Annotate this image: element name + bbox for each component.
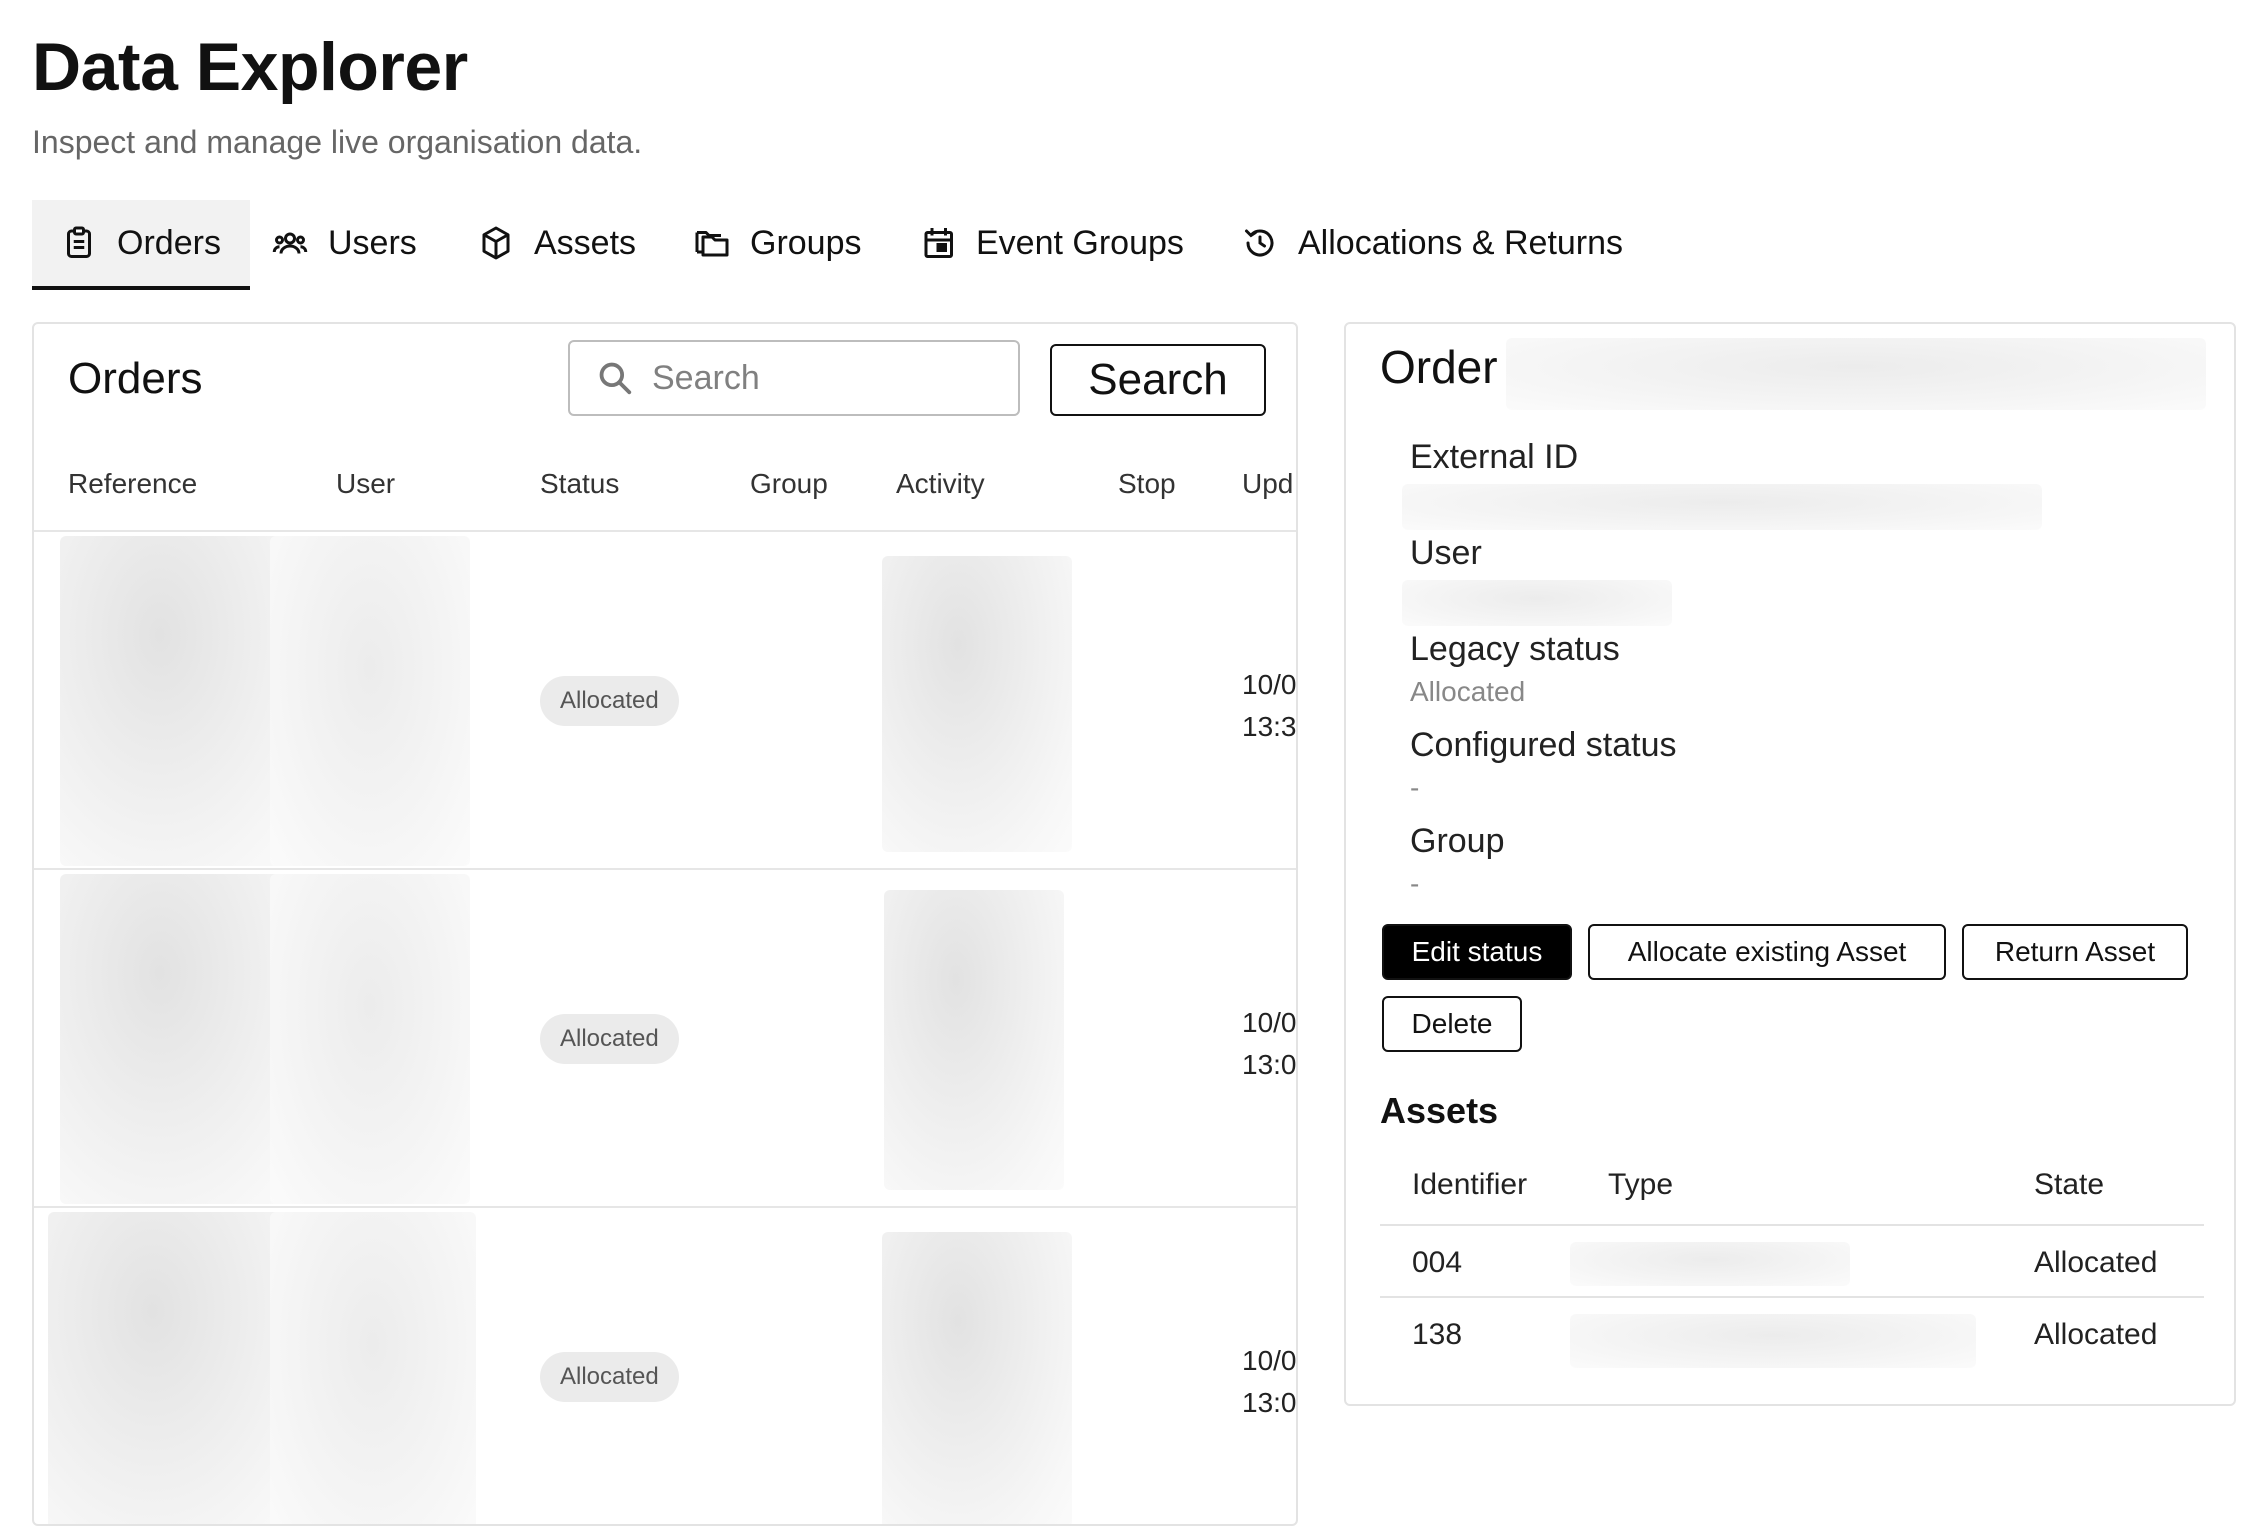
search-box [568,340,1020,416]
configured-status-value: - [1410,772,1420,803]
tab-orders[interactable]: Orders [32,200,250,290]
tab-users[interactable]: Users [272,200,417,286]
asset-identifier: 138 [1412,1318,1463,1351]
return-asset-button[interactable]: Return Asset [1962,924,2188,980]
redacted-activity [882,1232,1072,1524]
external-id-label: External ID [1410,438,1579,476]
user-label: User [1410,534,1482,572]
tab-groups[interactable]: Groups [694,200,862,286]
redacted-user-value [1402,580,1672,626]
orders-panel: Orders Search Reference User Status Grou… [32,322,1298,1526]
assets-heading: Assets [1380,1090,1499,1131]
updated-date: 10/0 13:3 [1242,669,1297,742]
updated-date: 10/0 13:0 [1242,1345,1297,1418]
history-icon [1242,225,1278,261]
assets-column-identifier: Identifier [1412,1168,1528,1201]
redacted-user [270,536,470,866]
column-header-activity[interactable]: Activity [896,468,985,500]
status-badge: Allocated [540,1014,679,1064]
tab-label: Allocations & Returns [1298,223,1624,262]
cube-icon [478,225,514,261]
group-value: - [1410,868,1420,899]
tab-event-groups[interactable]: Event Groups [920,200,1184,286]
group-label: Group [1410,822,1505,860]
delete-button[interactable]: Delete [1382,996,1522,1052]
assets-header-divider [1380,1224,2204,1226]
status-badge: Allocated [540,676,679,726]
column-header-status[interactable]: Status [540,468,619,500]
folders-icon [694,225,730,261]
allocate-existing-asset-button[interactable]: Allocate existing Asset [1588,924,1946,980]
orders-heading: Orders [68,354,203,403]
redacted-asset-type [1570,1314,1976,1368]
tab-label: Users [328,223,417,262]
calendar-icon [920,225,956,261]
legacy-status-value: Allocated [1410,676,1526,707]
table-row[interactable]: Allocated 10/0 13:0 [34,1208,1297,1524]
redacted-order-id [1506,338,2206,410]
tab-label: Event Groups [976,223,1184,262]
redacted-activity [884,890,1064,1190]
tab-label: Groups [750,223,862,262]
page-subtitle: Inspect and manage live organisation dat… [32,124,643,160]
page-title: Data Explorer [32,29,468,105]
column-header-stop[interactable]: Stop [1118,468,1176,500]
order-detail-panel: Order External ID User Legacy status All… [1344,322,2236,1406]
assets-column-type: Type [1608,1168,1674,1201]
tab-bar: Orders Users Assets Groups Event Groups … [32,200,1672,290]
table-row[interactable]: Allocated 10/0 13:0 [34,870,1296,1208]
legacy-status-label: Legacy status [1410,630,1620,668]
edit-status-button[interactable]: Edit status [1382,924,1572,980]
column-header-reference[interactable]: Reference [68,468,197,500]
asset-state: Allocated [2034,1246,2158,1279]
redacted-user [270,874,470,1204]
tab-label: Orders [117,223,221,262]
column-header-group[interactable]: Group [750,468,828,500]
users-icon [272,225,308,261]
updated-date: 10/0 13:0 [1242,1007,1297,1080]
assets-column-state: State [2034,1168,2105,1201]
table-row[interactable]: Allocated 10/0 13:3 [34,532,1296,870]
clipboard-icon [61,225,97,261]
redacted-external-id [1402,484,2042,530]
search-icon [596,359,652,397]
tab-assets[interactable]: Assets [478,200,636,286]
status-badge: Allocated [540,1352,679,1402]
column-header-updated[interactable]: Upd [1242,468,1293,500]
asset-identifier: 004 [1412,1246,1463,1279]
redacted-user [270,1212,476,1524]
tab-allocations-returns[interactable]: Allocations & Returns [1242,200,1623,286]
redacted-asset-type [1570,1242,1850,1286]
tab-label: Assets [534,223,637,262]
redacted-activity [882,556,1072,852]
asset-state: Allocated [2034,1318,2158,1351]
configured-status-label: Configured status [1410,726,1677,764]
detail-title: Order [1380,341,1498,393]
search-button[interactable]: Search [1050,344,1266,416]
search-input[interactable] [652,358,992,398]
asset-row-divider [1380,1296,2204,1298]
column-header-user[interactable]: User [336,468,395,500]
